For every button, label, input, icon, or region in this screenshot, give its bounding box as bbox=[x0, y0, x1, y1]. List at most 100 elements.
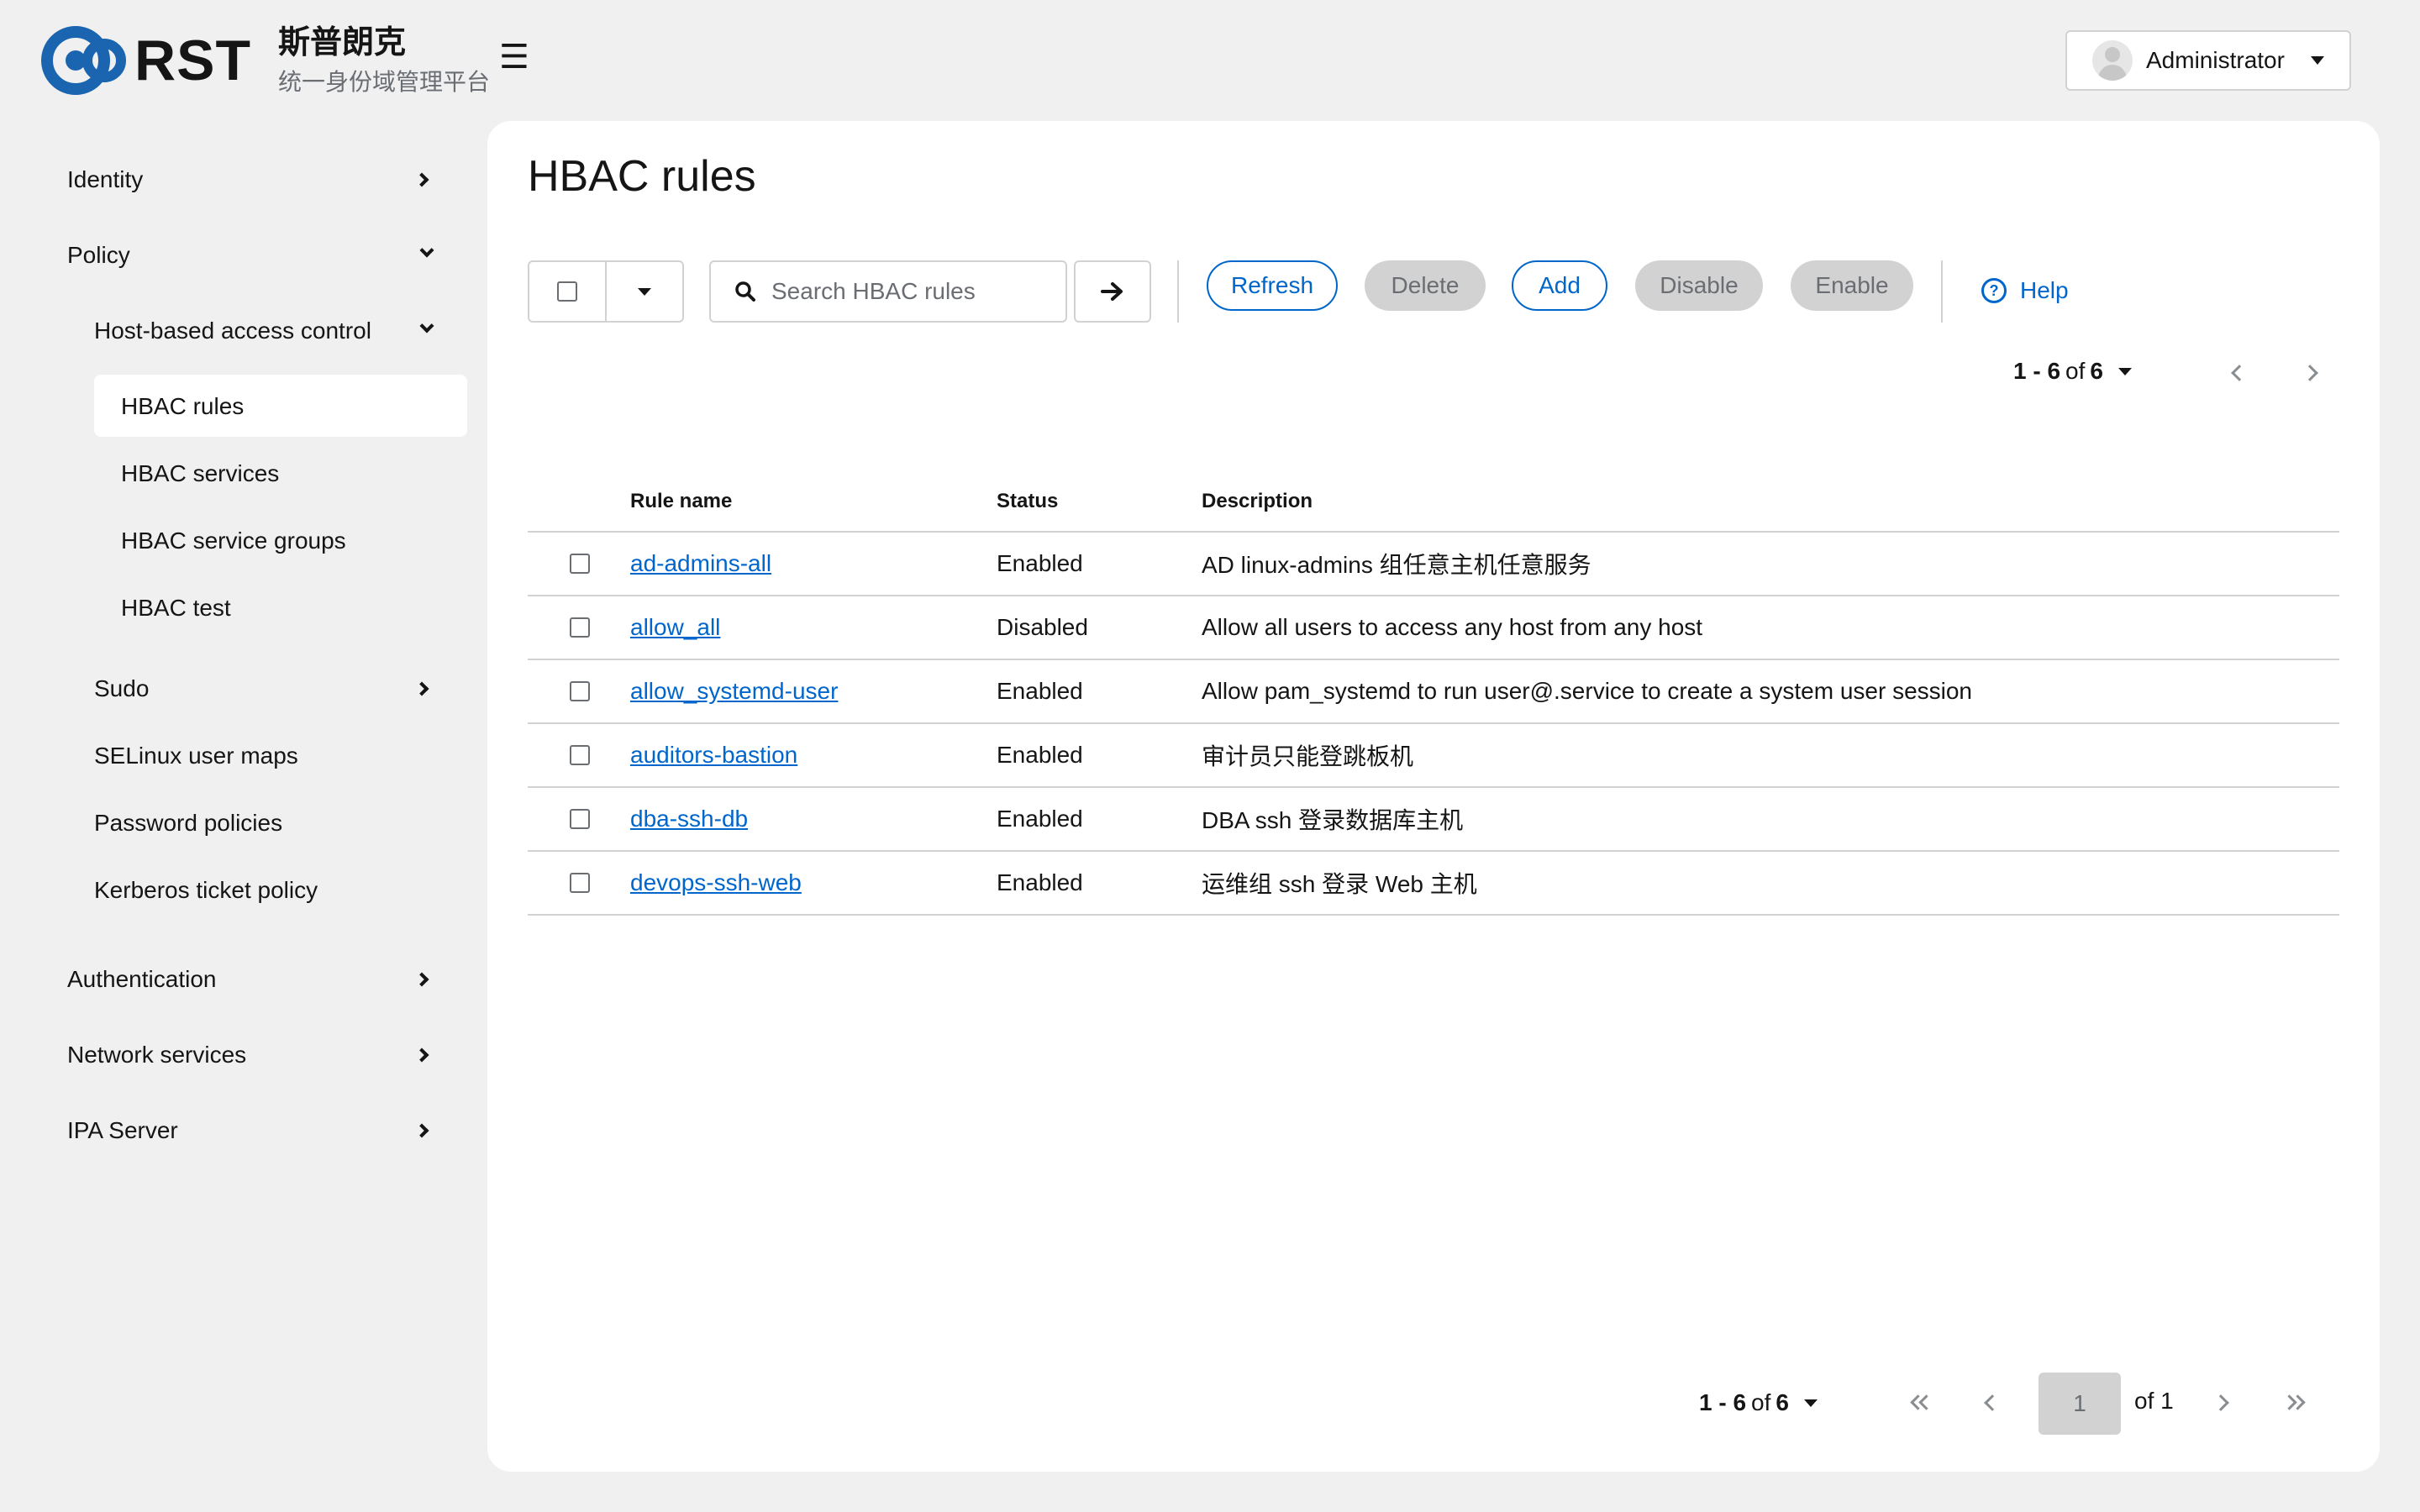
chevron-right-icon bbox=[414, 1047, 429, 1063]
user-name: Administrator bbox=[2146, 47, 2285, 73]
rule-name-link[interactable]: allow_systemd-user bbox=[630, 678, 838, 704]
enable-button[interactable]: Enable bbox=[1791, 260, 1913, 311]
rule-status: Disabled bbox=[997, 596, 1202, 660]
column-header-description: Description bbox=[1202, 472, 2339, 533]
nav-hbac-services[interactable]: HBAC services bbox=[121, 457, 279, 491]
nav-kerberos-ticket-policy[interactable]: Kerberos ticket policy bbox=[94, 874, 318, 907]
select-all-checkbox[interactable] bbox=[557, 281, 577, 302]
brand-subtitle: 统一身份域管理平台 bbox=[278, 68, 491, 95]
column-header-rule-name[interactable]: Rule name bbox=[630, 472, 997, 533]
rule-status: Enabled bbox=[997, 532, 1202, 596]
row-checkbox[interactable] bbox=[570, 745, 590, 765]
rule-description: DBA ssh 登录数据库主机 bbox=[1202, 787, 2339, 852]
main-panel: HBAC rules Refresh Delete Add Disable En… bbox=[487, 121, 2380, 1472]
first-page-icon[interactable] bbox=[1909, 1394, 1934, 1411]
row-checkbox[interactable] bbox=[570, 809, 590, 829]
delete-button[interactable]: Delete bbox=[1365, 260, 1486, 311]
chevron-right-icon bbox=[414, 681, 429, 696]
rule-name-link[interactable]: ad-admins-all bbox=[630, 550, 771, 576]
search-icon bbox=[735, 281, 755, 302]
pagination-toggle-bottom[interactable]: 1 - 6 of 6 bbox=[1699, 1389, 1818, 1416]
nav-hbac-test[interactable]: HBAC test bbox=[121, 591, 231, 625]
rule-name-link[interactable]: auditors-bastion bbox=[630, 742, 797, 768]
search-input[interactable] bbox=[770, 277, 1050, 306]
rule-name-link[interactable]: dba-ssh-db bbox=[630, 806, 748, 832]
search-box bbox=[709, 260, 1067, 323]
previous-page-icon[interactable] bbox=[2231, 365, 2248, 381]
nav-ipa-server[interactable]: IPA Server bbox=[67, 1114, 178, 1147]
table-row: allow_systemd-user Enabled Allow pam_sys… bbox=[528, 659, 2339, 724]
bulk-select-toggle[interactable] bbox=[607, 262, 682, 321]
bulk-select bbox=[528, 260, 684, 323]
pagination-total: 6 bbox=[2090, 358, 2103, 384]
table-row: devops-ssh-web Enabled 运维组 ssh 登录 Web 主机 bbox=[528, 851, 2339, 916]
pagination-bottom: 1 - 6 of 6 bbox=[1699, 1373, 1818, 1433]
chevron-right-icon bbox=[414, 172, 429, 187]
nav-selinux-user-maps[interactable]: SELinux user maps bbox=[94, 739, 298, 773]
pagination-toggle-top[interactable]: 1 - 6 of 6 bbox=[2013, 354, 2132, 388]
table-row: ad-admins-all Enabled AD linux-admins 组任… bbox=[528, 532, 2339, 596]
previous-page-icon[interactable] bbox=[1984, 1394, 2001, 1411]
nav-host-based-access-control[interactable]: Host-based access control bbox=[94, 314, 371, 348]
nav-policy[interactable]: Policy bbox=[67, 239, 130, 272]
row-checkbox[interactable] bbox=[570, 681, 590, 701]
nav-hbac-service-groups[interactable]: HBAC service groups bbox=[121, 524, 346, 558]
rule-description: Allow pam_systemd to run user@.service t… bbox=[1202, 659, 2339, 724]
row-checkbox[interactable] bbox=[570, 873, 590, 893]
user-avatar-icon bbox=[2092, 40, 2133, 81]
column-header-status: Status bbox=[997, 472, 1202, 533]
pagination-of: of bbox=[1751, 1389, 1771, 1415]
rule-description: 审计员只能登跳板机 bbox=[1202, 723, 2339, 788]
nav-identity[interactable]: Identity bbox=[67, 163, 143, 197]
add-button[interactable]: Add bbox=[1512, 260, 1607, 311]
chevron-right-icon bbox=[414, 1123, 429, 1138]
toolbar-divider bbox=[1941, 260, 1943, 323]
menu-toggle-icon[interactable]: ☰ bbox=[499, 40, 529, 74]
rule-status: Enabled bbox=[997, 851, 1202, 916]
pagination-of: of bbox=[2065, 358, 2086, 384]
refresh-button[interactable]: Refresh bbox=[1207, 260, 1338, 311]
hbac-rules-table: Rule name Status Description ad-admins-a… bbox=[528, 472, 2339, 916]
pagination-range: 1 - 6 bbox=[1699, 1389, 1747, 1415]
nav-hbac-rules[interactable]: HBAC rules bbox=[121, 390, 244, 423]
caret-down-icon bbox=[638, 287, 651, 296]
rst-logo-icon bbox=[39, 23, 133, 98]
nav-authentication[interactable]: Authentication bbox=[67, 963, 216, 996]
pagination-total: 6 bbox=[1776, 1389, 1789, 1415]
row-checkbox[interactable] bbox=[570, 617, 590, 638]
arrow-right-icon bbox=[1101, 282, 1123, 301]
logo-text: RST bbox=[134, 29, 251, 92]
search-submit-button[interactable] bbox=[1074, 260, 1151, 323]
row-checkbox[interactable] bbox=[570, 554, 590, 574]
disable-button[interactable]: Disable bbox=[1635, 260, 1763, 311]
page-title: HBAC rules bbox=[528, 152, 756, 201]
page-count-label: of 1 bbox=[2134, 1388, 2174, 1414]
rule-description: 运维组 ssh 登录 Web 主机 bbox=[1202, 851, 2339, 916]
next-page-icon[interactable] bbox=[2212, 1394, 2229, 1411]
toolbar-divider bbox=[1177, 260, 1179, 323]
rule-status: Enabled bbox=[997, 723, 1202, 788]
caret-down-icon bbox=[2311, 56, 2324, 65]
rule-description: Allow all users to access any host from … bbox=[1202, 596, 2339, 660]
help-link[interactable]: ? Help bbox=[1981, 267, 2069, 314]
rule-name-link[interactable]: devops-ssh-web bbox=[630, 869, 802, 895]
help-label: Help bbox=[2020, 277, 2069, 303]
rule-name-link[interactable]: allow_all bbox=[630, 614, 720, 640]
user-menu-toggle[interactable]: Administrator bbox=[2065, 30, 2351, 91]
table-row: auditors-bastion Enabled 审计员只能登跳板机 bbox=[528, 723, 2339, 788]
next-page-icon[interactable] bbox=[2302, 365, 2318, 381]
last-page-icon[interactable] bbox=[2281, 1394, 2307, 1411]
rule-description: AD linux-admins 组任意主机任意服务 bbox=[1202, 532, 2339, 596]
help-icon: ? bbox=[1981, 278, 2007, 303]
current-page-input[interactable]: 1 bbox=[2039, 1373, 2121, 1435]
rule-status: Enabled bbox=[997, 787, 1202, 852]
brand-name: 斯普朗克 bbox=[278, 25, 407, 61]
rule-status: Enabled bbox=[997, 659, 1202, 724]
nav-network-services[interactable]: Network services bbox=[67, 1038, 246, 1072]
brand: RST 斯普朗克 统一身份域管理平台 bbox=[39, 18, 490, 102]
table-header-row: Rule name Status Description bbox=[528, 472, 2339, 533]
chevron-right-icon bbox=[414, 972, 429, 987]
nav-password-policies[interactable]: Password policies bbox=[94, 806, 282, 840]
nav-sudo[interactable]: Sudo bbox=[94, 672, 149, 706]
caret-down-icon bbox=[1803, 1399, 1818, 1407]
